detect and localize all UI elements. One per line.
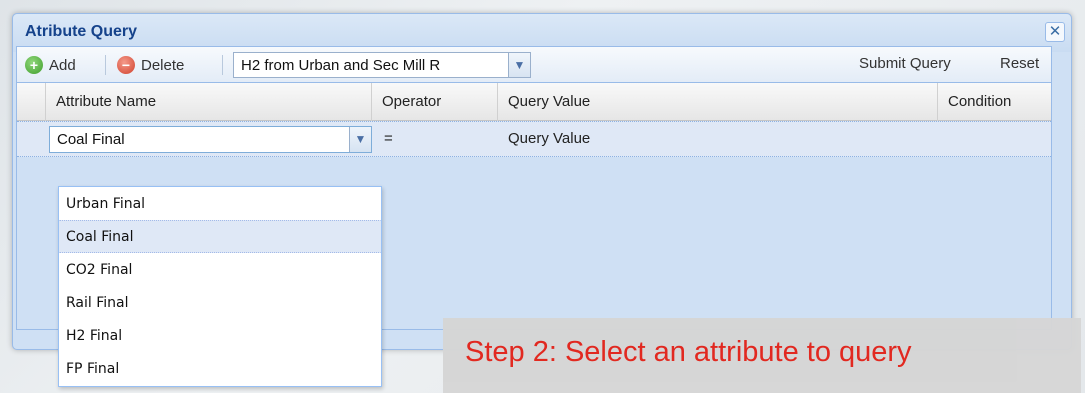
delete-button[interactable]: − Delete: [117, 55, 184, 75]
grid-header: Attribute Name Operator Query Value Cond…: [17, 83, 1051, 121]
close-icon: ✕: [1048, 23, 1062, 40]
attribute-dropdown-list: Urban Final Coal Final CO2 Final Rail Fi…: [58, 186, 382, 387]
dropdown-option-fp-final[interactable]: FP Final: [59, 352, 381, 385]
column-header-operator[interactable]: Operator: [372, 83, 498, 121]
delete-button-label: Delete: [141, 56, 185, 74]
dropdown-option-co2-final[interactable]: CO2 Final: [59, 253, 381, 286]
attribute-name-combo[interactable]: Coal Final ▼: [49, 126, 372, 153]
chevron-down-icon[interactable]: ▼: [508, 53, 530, 77]
dropdown-option-coal-final[interactable]: Coal Final: [59, 220, 381, 253]
step-annotation: Step 2: Select an attribute to query: [443, 318, 1081, 393]
saved-query-select[interactable]: H2 from Urban and Sec Mill R ▼: [233, 52, 531, 78]
step-annotation-text: Step 2: Select an attribute to query: [465, 336, 912, 368]
operator-cell[interactable]: =: [384, 122, 393, 156]
column-header-condition[interactable]: Condition: [938, 83, 1051, 121]
add-button-label: Add: [49, 56, 76, 74]
reset-button[interactable]: Reset: [1000, 55, 1039, 72]
chevron-down-icon[interactable]: ▼: [349, 127, 371, 152]
dropdown-option-rail-final[interactable]: Rail Final: [59, 286, 381, 319]
add-button[interactable]: + Add: [25, 55, 76, 75]
delete-icon: −: [117, 56, 135, 74]
saved-query-value: H2 from Urban and Sec Mill R: [241, 57, 441, 74]
table-row[interactable]: Coal Final ▼ = Query Value: [17, 121, 1051, 157]
column-header-query-value[interactable]: Query Value: [498, 83, 938, 121]
query-value-cell[interactable]: Query Value: [508, 122, 590, 156]
close-button[interactable]: ✕: [1045, 22, 1065, 42]
dropdown-option-h2-final[interactable]: H2 Final: [59, 319, 381, 352]
submit-query-button[interactable]: Submit Query: [859, 55, 951, 72]
column-header-attribute-name[interactable]: Attribute Name: [46, 83, 372, 121]
query-toolbar: + Add − Delete H2 from Urban and Sec Mil…: [16, 46, 1052, 82]
add-icon: +: [25, 56, 43, 74]
attribute-name-value: Coal Final: [57, 131, 125, 148]
window-title: Atribute Query: [25, 23, 138, 40]
dropdown-option-urban-final[interactable]: Urban Final: [59, 187, 381, 220]
toolbar-separator: [105, 55, 106, 75]
toolbar-separator: [222, 55, 223, 75]
row-number-header: [17, 83, 46, 121]
